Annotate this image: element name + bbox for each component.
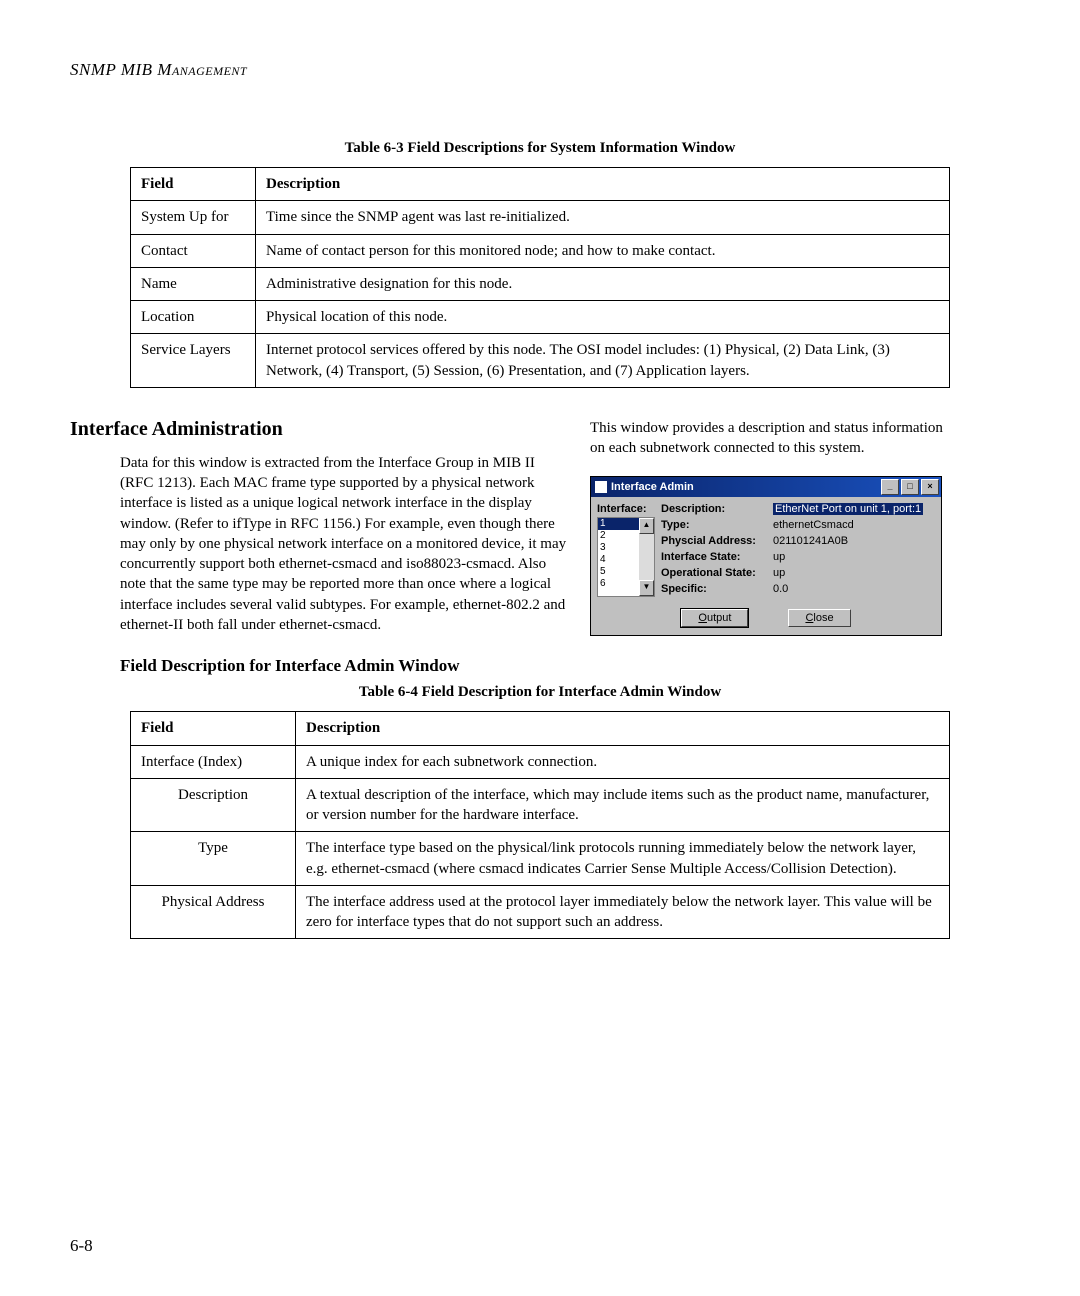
phys-label: Physcial Address:	[661, 535, 767, 547]
close-button[interactable]: ×	[921, 479, 939, 495]
cell-field: Description	[131, 778, 296, 832]
section-heading-interface-admin: Interface Administration	[70, 418, 570, 441]
table-row: Interface (Index)A unique index for each…	[131, 745, 950, 778]
ostate-value: up	[773, 567, 935, 579]
table-row: NameAdministrative designation for this …	[131, 267, 950, 300]
scroll-down-icon[interactable]: ▼	[639, 580, 654, 596]
table-row: System Up forTime since the SNMP agent w…	[131, 201, 950, 234]
cell-desc: The interface address used at the protoc…	[296, 885, 950, 939]
table-6-4-head-field: Field	[131, 712, 296, 745]
cell-desc: Name of contact person for this monitore…	[256, 234, 950, 267]
interface-admin-dialog: Interface Admin _ □ × Interface: 1	[590, 476, 942, 636]
list-item[interactable]: 2	[598, 530, 639, 542]
table-row: TypeThe interface type based on the phys…	[131, 832, 950, 886]
running-head: SNMP MIB Management	[70, 60, 1010, 80]
scroll-up-icon[interactable]: ▲	[639, 518, 654, 534]
table-row: Service LayersInternet protocol services…	[131, 334, 950, 388]
listbox-scrollbar[interactable]: ▲ ▼	[639, 518, 654, 596]
specific-value: 0.0	[773, 583, 935, 595]
table-6-4: Field Description Interface (Index)A uni…	[130, 711, 950, 939]
desc-value: EtherNet Port on unit 1, port:1	[773, 503, 923, 515]
section-right-paragraph: This window provides a description and s…	[590, 418, 960, 459]
cell-field: Physical Address	[131, 885, 296, 939]
table-row: ContactName of contact person for this m…	[131, 234, 950, 267]
cell-field: Contact	[131, 234, 256, 267]
cell-desc: The interface type based on the physical…	[296, 832, 950, 886]
desc-label: Description:	[661, 503, 767, 515]
istate-value: up	[773, 551, 935, 563]
cell-desc: Administrative designation for this node…	[256, 267, 950, 300]
page-number: 6-8	[70, 1236, 93, 1256]
phys-value: 021101241A0B	[773, 535, 935, 547]
maximize-button[interactable]: □	[901, 479, 919, 495]
table-row: DescriptionA textual description of the …	[131, 778, 950, 832]
cell-field: Type	[131, 832, 296, 886]
close-dialog-button[interactable]: Close	[788, 609, 850, 627]
cell-field: Service Layers	[131, 334, 256, 388]
cell-field: Name	[131, 267, 256, 300]
table-6-3-caption: Table 6-3 Field Descriptions for System …	[70, 140, 1010, 157]
specific-label: Specific:	[661, 583, 767, 595]
cell-field: Interface (Index)	[131, 745, 296, 778]
dialog-title: Interface Admin	[611, 481, 694, 493]
cell-desc: A unique index for each subnetwork conne…	[296, 745, 950, 778]
dialog-titlebar[interactable]: Interface Admin _ □ ×	[591, 477, 941, 497]
table-6-3: Field Description System Up forTime sinc…	[130, 167, 950, 388]
section-left-paragraph: Data for this window is extracted from t…	[120, 453, 570, 635]
ostate-label: Operational State:	[661, 567, 767, 579]
table-6-4-head-desc: Description	[296, 712, 950, 745]
interface-listbox[interactable]: 1 2 3 4 5 6 ▲ ▼	[597, 517, 655, 597]
cell-desc: Physical location of this node.	[256, 301, 950, 334]
istate-label: Interface State:	[661, 551, 767, 563]
list-item[interactable]: 3	[598, 542, 639, 554]
cell-desc: Time since the SNMP agent was last re-in…	[256, 201, 950, 234]
list-item[interactable]: 6	[598, 578, 639, 590]
table-6-4-caption: Table 6-4 Field Description for Interfac…	[70, 684, 1010, 701]
table-row: LocationPhysical location of this node.	[131, 301, 950, 334]
subsection-heading: Field Description for Interface Admin Wi…	[120, 656, 1010, 676]
list-item[interactable]: 5	[598, 566, 639, 578]
cell-desc: Internet protocol services offered by th…	[256, 334, 950, 388]
table-6-3-head-field: Field	[131, 168, 256, 201]
cell-field: Location	[131, 301, 256, 334]
table-6-3-head-desc: Description	[256, 168, 950, 201]
list-item[interactable]: 4	[598, 554, 639, 566]
table-row: Physical AddressThe interface address us…	[131, 885, 950, 939]
interface-label: Interface:	[597, 503, 655, 515]
list-item[interactable]: 1	[598, 518, 639, 530]
minimize-button[interactable]: _	[881, 479, 899, 495]
cell-desc: A textual description of the interface, …	[296, 778, 950, 832]
app-icon	[595, 481, 607, 493]
type-label: Type:	[661, 519, 767, 531]
type-value: ethernetCsmacd	[773, 519, 935, 531]
cell-field: System Up for	[131, 201, 256, 234]
output-button[interactable]: Output	[681, 609, 748, 627]
